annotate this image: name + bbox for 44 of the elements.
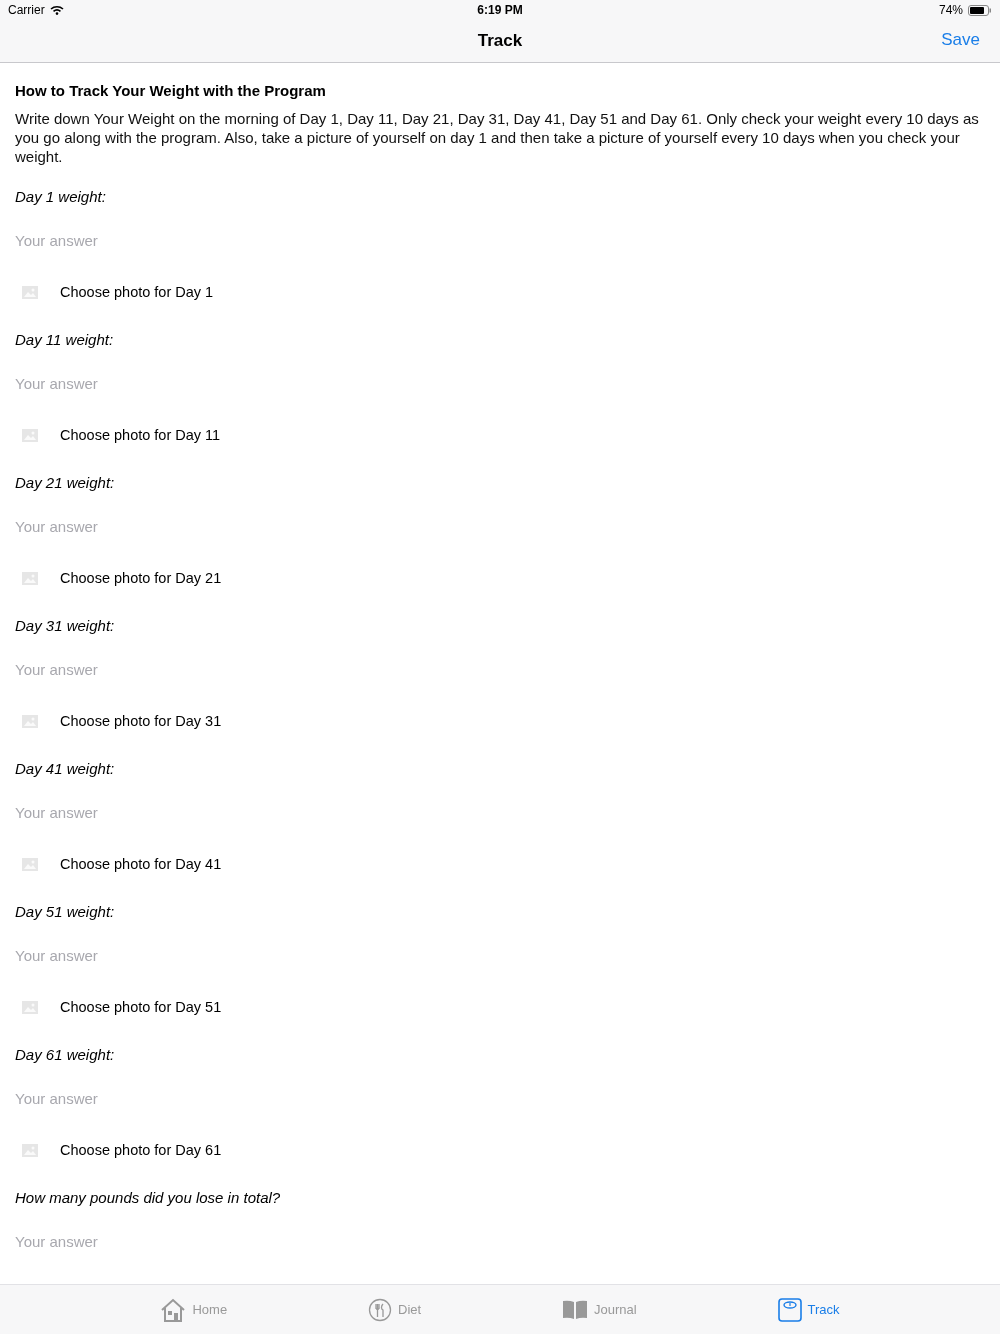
question-label: Day 11 weight: xyxy=(15,331,115,350)
image-icon xyxy=(22,714,38,728)
question-label: Day 51 weight: xyxy=(15,903,116,922)
tab[interactable]: Track xyxy=(777,1285,840,1334)
wifi-icon xyxy=(49,5,64,15)
choose-photo-button[interactable]: Choose photo for Day 41 xyxy=(15,854,222,874)
choose-photo-button[interactable]: Choose photo for Day 21 xyxy=(15,568,222,588)
choose-photo-button[interactable]: Choose photo for Day 31 xyxy=(15,711,222,731)
answer-field[interactable]: Your answer xyxy=(15,230,985,250)
question-label: Day 1 weight: xyxy=(15,188,107,207)
answer-field[interactable]: Your answer xyxy=(15,373,985,393)
question-label: Day 21 weight: xyxy=(15,474,116,493)
image-icon xyxy=(22,285,38,299)
answer-field[interactable]: Your answer xyxy=(15,1231,985,1251)
scale-icon xyxy=(777,1297,802,1322)
carrier-label: Carrier xyxy=(8,3,45,17)
choose-photo-button[interactable]: Choose photo for Day 51 xyxy=(15,997,222,1017)
image-icon xyxy=(22,1000,38,1014)
save-button[interactable]: Save xyxy=(941,30,980,50)
nav-title: Track xyxy=(477,31,523,51)
answer-field[interactable]: Your answer xyxy=(15,1088,985,1108)
battery-icon xyxy=(968,4,992,16)
question-label: How many pounds did you lose in total? xyxy=(15,1189,282,1208)
image-icon xyxy=(22,1143,38,1157)
image-icon xyxy=(22,571,38,585)
section-heading: How to Track Your Weight with the Program xyxy=(15,82,327,99)
image-icon xyxy=(22,857,38,871)
choose-photo-button[interactable]: Choose photo for Day 11 xyxy=(15,425,221,445)
instructions-text: Write down Your Weight on the morning of Day 1, Day 11, Day 21, Day 31, Day 41, Day 51 and Day 61. Only check your weight every 10 days as you go along with the program. Also, take a picture of yourself on day 1 and then take a picture of yourself every 10 days when you check your weight. xyxy=(15,109,980,166)
answer-field[interactable]: Your answer xyxy=(15,945,985,965)
answer-field[interactable]: Your answer xyxy=(15,659,985,679)
image-icon xyxy=(22,428,38,442)
fork-knife-icon xyxy=(368,1297,392,1322)
question-label: Day 41 weight: xyxy=(15,760,116,779)
answer-field[interactable]: Your answer xyxy=(15,516,985,536)
book-icon xyxy=(562,1298,588,1321)
question-label: Day 61 weight: xyxy=(15,1046,116,1065)
choose-photo-button[interactable]: Choose photo for Day 61 xyxy=(15,1140,222,1160)
choose-photo-button[interactable]: Choose photo for Day 1 xyxy=(15,282,214,302)
answer-field[interactable]: Your answer xyxy=(15,802,985,822)
house-icon xyxy=(160,1297,187,1322)
status-time: 6:19 PM xyxy=(477,3,523,17)
battery-percent: 74% xyxy=(938,3,963,17)
question-label: Day 31 weight: xyxy=(15,617,116,636)
